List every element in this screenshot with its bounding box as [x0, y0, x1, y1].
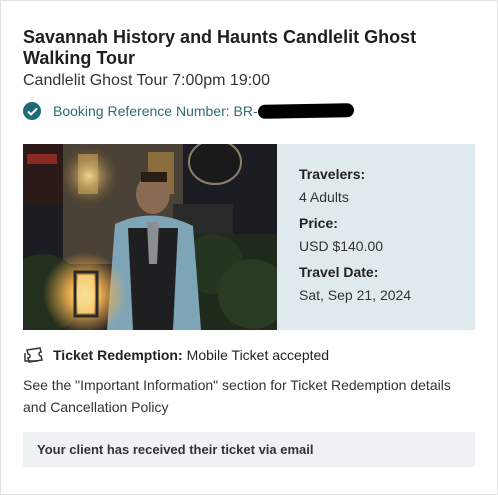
ticket-icon [23, 346, 45, 364]
redacted-reference [257, 103, 354, 119]
tour-title: Savannah History and Haunts Candlelit Gh… [23, 27, 417, 68]
check-circle-icon [23, 102, 41, 120]
travelers-label: Travelers: [299, 166, 366, 182]
travel-date-label: Travel Date: [299, 264, 379, 280]
ticket-redemption-value: Mobile Ticket accepted [186, 347, 330, 363]
tour-subtitle: Candlelit Ghost Tour 7:00pm 19:00 [23, 72, 270, 89]
travel-date-value: Sat, Sep 21, 2024 [299, 287, 412, 303]
booking-reference-label: Booking Reference Number: BR- [53, 103, 258, 119]
ticket-redemption: Ticket Redemption: Mobile Ticket accepte… [23, 346, 329, 364]
booking-details: Travelers: 4 Adults Price: USD $140.00 T… [277, 144, 475, 330]
price-value: USD $140.00 [299, 238, 384, 254]
tour-photo [23, 144, 277, 330]
ticket-notice-text: Your client has received their ticket vi… [37, 442, 314, 457]
travelers-value: 4 Adults [299, 189, 349, 205]
price-label: Price: [299, 215, 338, 231]
important-info-text: See the "Important Information" section … [23, 377, 451, 415]
booking-reference: Booking Reference Number: BR- [23, 101, 354, 121]
ticket-notice: Your client has received their ticket vi… [23, 432, 475, 467]
tour-summary: Travelers: 4 Adults Price: USD $140.00 T… [23, 144, 475, 330]
ticket-redemption-label: Ticket Redemption: [53, 347, 183, 363]
booking-card: Savannah History and Haunts Candlelit Gh… [0, 0, 498, 495]
